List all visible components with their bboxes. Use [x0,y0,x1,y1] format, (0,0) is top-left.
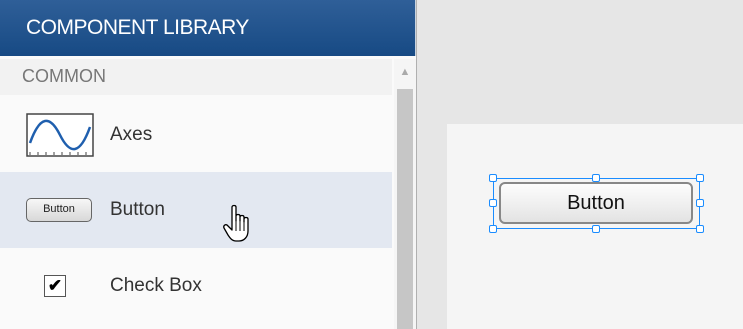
library-item-axes[interactable]: Axes [0,96,392,172]
resize-handle-left[interactable] [489,199,497,207]
category-header-common[interactable]: COMMON [0,59,392,95]
scroll-up-arrow-icon[interactable]: ▲ [394,59,416,89]
resize-handle-top[interactable] [592,174,600,182]
library-scrollbar[interactable]: ▲ [394,59,416,329]
resize-handle-top-left[interactable] [489,174,497,182]
scrollbar-thumb[interactable] [397,89,413,329]
resize-handle-top-right[interactable] [696,174,704,182]
resize-handle-right[interactable] [696,199,704,207]
checkbox-icon: ✔ [44,275,66,297]
component-library-header: COMPONENT LIBRARY [0,0,416,56]
axes-icon [26,113,94,157]
library-item-label-checkbox: Check Box [110,275,202,296]
category-label: COMMON [22,66,106,86]
button-icon: Button [26,198,92,222]
component-library-panel: COMPONENT LIBRARY COMMON Axes Button But… [0,0,417,329]
library-item-label-button: Button [110,199,165,220]
library-item-button[interactable]: Button Button [0,172,392,248]
canvas-button-component[interactable]: Button [499,182,693,224]
canvas-button-label: Button [567,192,625,214]
hand-pointer-cursor-icon [223,204,249,242]
library-item-label-axes: Axes [110,124,153,145]
resize-handle-bottom[interactable] [592,225,600,233]
component-library-title: COMPONENT LIBRARY [26,16,249,39]
library-item-checkbox[interactable]: ✔ Check Box [0,248,392,324]
button-icon-text: Button [43,203,75,215]
resize-handle-bottom-right[interactable] [696,225,704,233]
resize-handle-bottom-left[interactable] [489,225,497,233]
